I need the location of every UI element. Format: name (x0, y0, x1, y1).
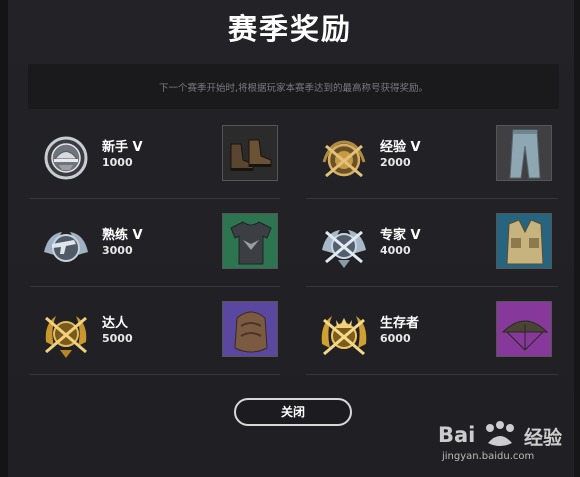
reward-slot[interactable] (222, 125, 278, 181)
rank-name: 熟练 V (102, 228, 143, 243)
rank-name: 经验 V (380, 140, 421, 155)
left-edge (0, 0, 8, 477)
row-divider (30, 286, 280, 287)
baidu-jingyan-watermark: Bai 经验 jingyan.baidu.com (438, 417, 568, 469)
paw-icon (486, 421, 514, 446)
rank-cell-experienced: 经验 V 2000 (310, 124, 562, 208)
rank-name: 专家 V (380, 228, 421, 243)
gold-rifles-wreath-badge-icon (45, 316, 87, 358)
backpack-icon (223, 302, 277, 356)
reward-slot[interactable] (222, 213, 278, 269)
parachute-icon (497, 302, 551, 356)
watermark-brand-cn: 经验 (524, 427, 563, 449)
close-button[interactable]: 关闭 (234, 398, 352, 426)
silver-helmet-badge-icon (44, 136, 88, 180)
rank-points: 2000 (380, 156, 411, 169)
rank-points: 5000 (102, 332, 133, 345)
row-divider (306, 198, 558, 199)
rank-cell-novice: 新手 V 1000 (32, 124, 284, 208)
rank-cell-expert: 专家 V 4000 (310, 212, 562, 296)
row-divider (30, 374, 280, 375)
watermark-url: jingyan.baidu.com (442, 451, 535, 462)
row-divider (30, 198, 280, 199)
reward-slot[interactable] (496, 301, 552, 357)
rank-points: 6000 (380, 332, 411, 345)
rank-name: 新手 V (102, 140, 143, 155)
rank-name: 生存者 (380, 316, 420, 331)
jeans-icon (497, 126, 551, 180)
rank-cell-master: 达人 5000 (32, 300, 284, 384)
row-divider (306, 286, 558, 287)
rank-name: 达人 (102, 316, 129, 331)
row-divider (306, 374, 558, 375)
rank-cell-survivor: 生存者 6000 (310, 300, 562, 384)
tshirt-icon (223, 214, 277, 268)
gold-crowned-rifles-badge-icon (321, 316, 367, 356)
rank-points: 1000 (102, 156, 133, 169)
reward-slot[interactable] (222, 301, 278, 357)
rank-points: 4000 (380, 244, 411, 257)
reward-slot[interactable] (496, 125, 552, 181)
boots-icon (223, 126, 277, 180)
vest-icon (497, 214, 551, 268)
season-rewards-dialog: 赛季奖励 下一个赛季开始时,将根据玩家本赛季达到的最高称号获得奖励。 新手 V … (0, 0, 580, 477)
silver-rifles-wings-badge-icon (322, 230, 366, 268)
rank-cell-skilled: 熟练 V 3000 (32, 212, 284, 296)
dialog-title: 赛季奖励 (227, 12, 352, 46)
right-edge (574, 0, 580, 477)
notice-banner: 下一个赛季开始时,将根据玩家本赛季达到的最高称号获得奖励。 (28, 64, 559, 109)
reward-slot[interactable] (496, 213, 552, 269)
watermark-brand: Bai (438, 423, 476, 447)
notice-text: 下一个赛季开始时,将根据玩家本赛季达到的最高称号获得奖励。 (158, 83, 429, 94)
gold-crossed-pans-badge-icon (322, 140, 366, 178)
silver-pistol-wings-badge-icon (44, 232, 88, 262)
rank-points: 3000 (102, 244, 133, 257)
